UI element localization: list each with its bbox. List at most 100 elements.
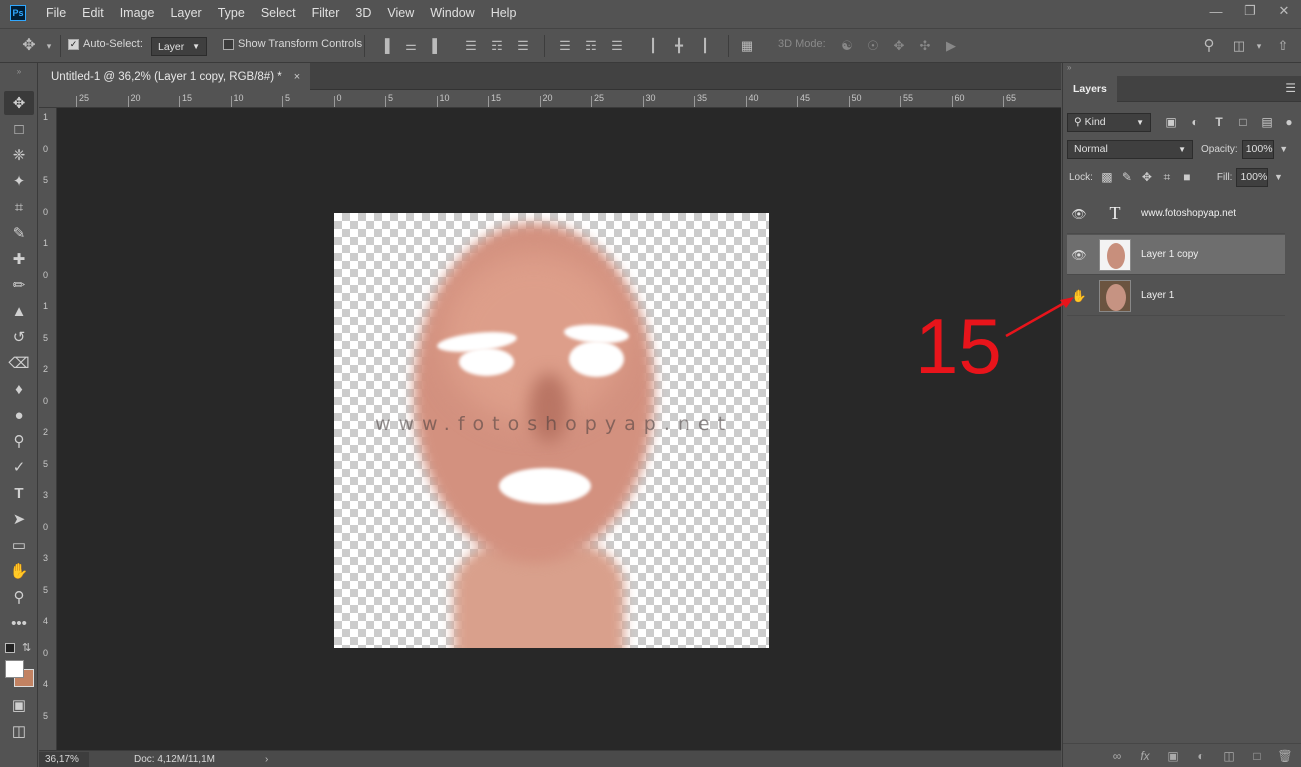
menu-layer[interactable]: Layer	[170, 6, 201, 20]
marquee-tool-icon[interactable]: □	[4, 117, 34, 141]
blur-tool-icon[interactable]: ●	[4, 403, 34, 427]
align-bottom-icon[interactable]: ▌	[428, 38, 446, 54]
auto-select-dropdown[interactable]: Layer ▼	[151, 37, 207, 56]
share-icon[interactable]: ⇧	[1274, 38, 1292, 54]
pen-tool-icon[interactable]: ✓	[4, 455, 34, 479]
link-layers-icon[interactable]: ∞	[1108, 749, 1126, 763]
menu-image[interactable]: Image	[120, 6, 155, 20]
distribute-vcenter-icon[interactable]: ☶	[582, 38, 600, 54]
lock-all-icon[interactable]: ■	[1177, 169, 1197, 185]
3d-pan-icon[interactable]: ✥	[890, 38, 908, 54]
brush-tool-icon[interactable]: ✏	[4, 273, 34, 297]
canvas-workspace[interactable]: www.fotoshopyap.net	[57, 108, 1061, 750]
3d-roll-icon[interactable]: ☉	[864, 38, 882, 54]
filter-type-icon[interactable]: T	[1209, 114, 1229, 130]
align-vcenter-icon[interactable]: ⚌	[402, 38, 420, 54]
new-group-icon[interactable]: ◫	[1220, 749, 1238, 763]
layer-row-layer-1-copy[interactable]: 👁 Layer 1 copy	[1067, 235, 1285, 275]
swap-colors-icon[interactable]: ⇅	[22, 641, 31, 654]
foreground-color-swatch[interactable]	[5, 660, 24, 678]
new-layer-icon[interactable]: □	[1248, 749, 1266, 763]
filter-shape-icon[interactable]: □	[1233, 114, 1253, 130]
collapse-icon[interactable]: »	[1067, 63, 1071, 72]
document-canvas[interactable]: www.fotoshopyap.net	[334, 213, 769, 648]
align-hcenter-icon[interactable]: ☶	[488, 38, 506, 54]
auto-select-checkbox[interactable]: ✓	[68, 38, 79, 50]
filter-toggle-icon[interactable]: ●	[1279, 114, 1299, 130]
path-selection-icon[interactable]: ➤	[4, 507, 34, 531]
3d-slide-icon[interactable]: ✣	[916, 38, 934, 54]
layer-row-layer-1[interactable]: ✋ Layer 1	[1067, 276, 1285, 316]
layer-style-icon[interactable]: fx	[1136, 749, 1154, 763]
lasso-tool-icon[interactable]: ❈	[4, 143, 34, 167]
show-transform-checkbox[interactable]	[223, 38, 234, 50]
menu-3d[interactable]: 3D	[355, 6, 371, 20]
distribute-top-icon[interactable]: ☰	[556, 38, 574, 54]
menu-window[interactable]: Window	[430, 6, 474, 20]
status-menu-icon[interactable]: ›	[265, 754, 268, 765]
crop-tool-icon[interactable]: ⌗	[4, 195, 34, 219]
move-tool-icon[interactable]: ✥	[20, 38, 38, 54]
dodge-tool-icon[interactable]: ⚲	[4, 429, 34, 453]
default-colors-icon[interactable]	[5, 643, 15, 653]
lock-artboard-icon[interactable]: ⌗	[1157, 169, 1177, 185]
lock-transparent-icon[interactable]: ▩	[1097, 169, 1117, 185]
distribute-bottom-icon[interactable]: ☰	[608, 38, 626, 54]
distribute-right-icon[interactable]: ┃	[696, 38, 714, 54]
hand-tool-icon[interactable]: ✋	[4, 559, 34, 583]
3d-orbit-icon[interactable]: ☯	[838, 38, 856, 54]
clone-stamp-icon[interactable]: ▲	[4, 299, 34, 323]
lock-image-icon[interactable]: ✎	[1117, 169, 1137, 185]
filter-smart-object-icon[interactable]: ▤	[1257, 114, 1277, 130]
zoom-level-field[interactable]: 36,17%	[39, 751, 89, 767]
more-tools-icon[interactable]: •••	[4, 611, 34, 635]
zoom-tool-icon[interactable]: ⚲	[4, 585, 34, 609]
document-tab[interactable]: Untitled-1 @ 36,2% (Layer 1 copy, RGB/8#…	[39, 63, 311, 90]
menu-type[interactable]: Type	[218, 6, 245, 20]
layers-tab[interactable]: Layers	[1063, 76, 1117, 102]
menu-file[interactable]: File	[46, 6, 66, 20]
minimize-icon[interactable]: —	[1199, 0, 1233, 22]
chevron-down-icon[interactable]: ▼	[1268, 169, 1288, 185]
align-top-icon[interactable]: ▐	[376, 38, 394, 54]
distribute-left-icon[interactable]: ┃	[644, 38, 662, 54]
filter-kind-dropdown[interactable]: ⚲ Kind ▼	[1067, 112, 1151, 132]
chevron-down-icon[interactable]: ▾	[40, 38, 58, 54]
chevron-down-icon[interactable]: ▾	[1250, 38, 1268, 54]
paint-bucket-icon[interactable]: ♦	[4, 377, 34, 401]
move-tool-icon[interactable]: ✥	[4, 91, 34, 115]
rectangle-tool-icon[interactable]: ▭	[4, 533, 34, 557]
auto-align-icon[interactable]: ▦	[738, 38, 756, 54]
restore-icon[interactable]: ❐	[1233, 0, 1267, 22]
menu-help[interactable]: Help	[491, 6, 517, 20]
opacity-field[interactable]: 100%	[1241, 139, 1274, 159]
healing-brush-icon[interactable]: ✚	[4, 247, 34, 271]
visibility-eye-icon[interactable]: 👁	[1067, 248, 1091, 262]
close-tab-icon[interactable]: ×	[294, 71, 300, 83]
workspace-icon[interactable]: ◫	[1230, 38, 1248, 54]
adjustment-layer-icon[interactable]: ◐	[1192, 749, 1210, 763]
panel-menu-icon[interactable]: ☰	[1285, 81, 1296, 95]
filter-pixel-icon[interactable]: ▣	[1161, 114, 1181, 130]
type-tool-icon[interactable]: T	[4, 481, 34, 505]
magic-wand-icon[interactable]: ✦	[4, 169, 34, 193]
align-right-icon[interactable]: ☰	[514, 38, 532, 54]
3d-scale-icon[interactable]: ▶	[942, 38, 960, 54]
eyedropper-icon[interactable]: ✎	[4, 221, 34, 245]
distribute-hcenter-icon[interactable]: ╋	[670, 38, 688, 54]
eraser-tool-icon[interactable]: ⌫	[4, 351, 34, 375]
history-brush-icon[interactable]: ↺	[4, 325, 34, 349]
menu-view[interactable]: View	[387, 6, 414, 20]
screen-mode-icon[interactable]: ◫	[4, 719, 34, 743]
align-left-icon[interactable]: ☰	[462, 38, 480, 54]
lock-position-icon[interactable]: ✥	[1137, 169, 1157, 185]
search-icon[interactable]: ⚲	[1200, 38, 1218, 54]
menu-select[interactable]: Select	[261, 6, 296, 20]
collapse-icon[interactable]: »	[4, 67, 34, 76]
visibility-eye-icon[interactable]: 👁	[1067, 207, 1091, 221]
menu-filter[interactable]: Filter	[312, 6, 340, 20]
close-icon[interactable]: ✕	[1267, 0, 1301, 22]
add-mask-icon[interactable]: ▣	[1164, 749, 1182, 763]
menu-edit[interactable]: Edit	[82, 6, 104, 20]
blend-mode-dropdown[interactable]: Normal ▼	[1067, 139, 1193, 159]
